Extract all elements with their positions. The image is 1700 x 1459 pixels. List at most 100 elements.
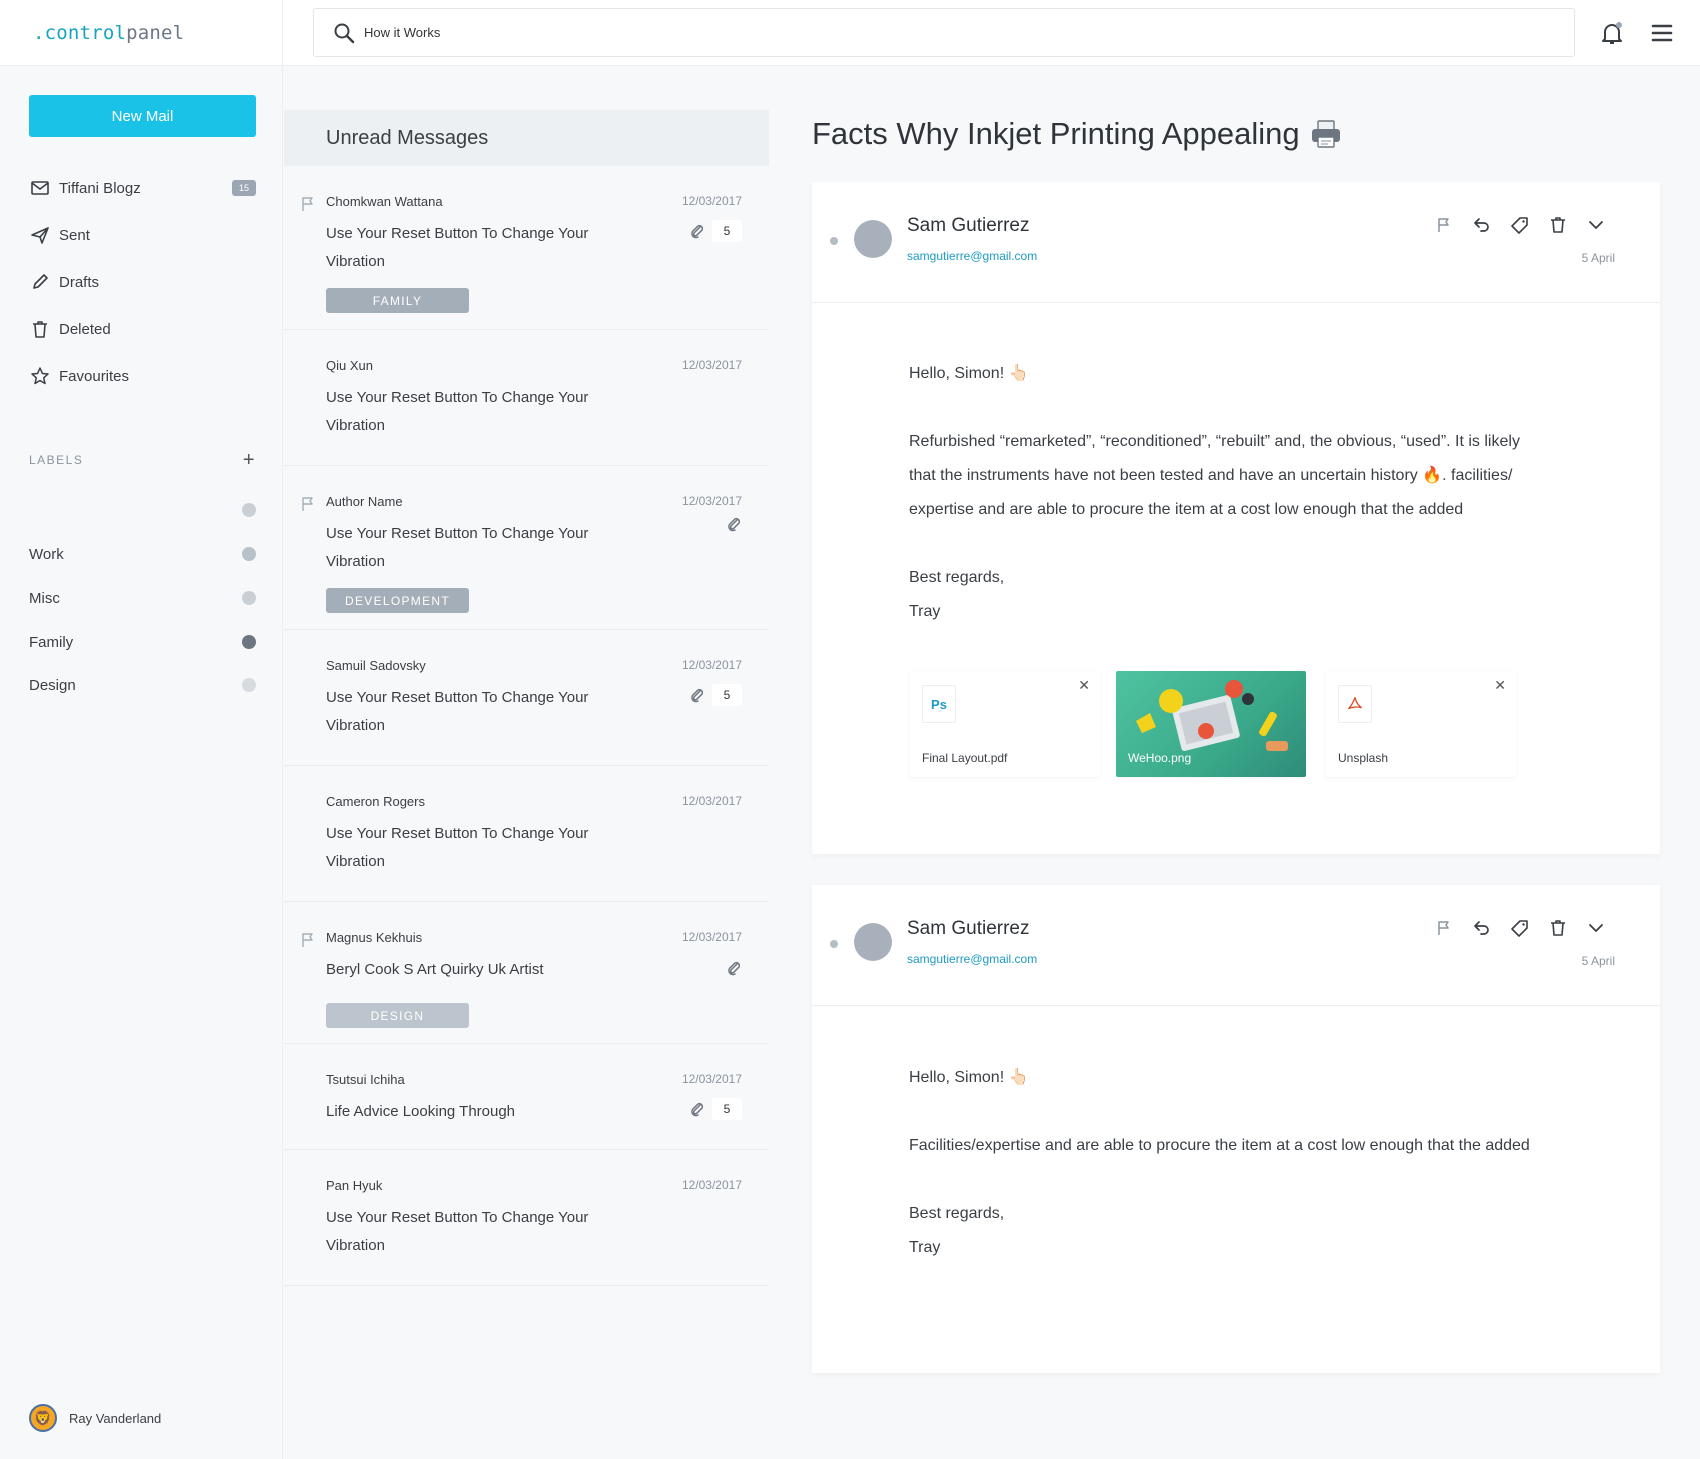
reply-icon[interactable]	[1473, 216, 1491, 234]
sidebar: .controlpanel New Mail Tiffani Blogz 15 …	[0, 0, 283, 1459]
sidebar-item-inbox[interactable]: Tiffani Blogz 15	[29, 173, 256, 203]
message-sender: Samuil Sadovsky	[326, 658, 426, 673]
message-subject: Use Your Reset Button To Change Your Vib…	[326, 525, 589, 570]
attachment-name: Unsplash	[1338, 751, 1389, 765]
message-sender: Tsutsui Ichiha	[326, 1072, 405, 1087]
email-date: 5 April	[1581, 954, 1615, 968]
flag-icon[interactable]	[1435, 919, 1453, 937]
email-signature: Tray	[909, 1239, 941, 1256]
label-color-dot	[242, 635, 256, 649]
tag-icon[interactable]	[1511, 216, 1529, 234]
labels-heading-text: LABELS	[29, 453, 84, 467]
message-row[interactable]: Samuil Sadovsky 12/03/2017 Use Your Rese…	[284, 630, 769, 766]
unread-badge: 15	[231, 180, 256, 196]
label-item-work[interactable]: Work	[29, 542, 256, 566]
message-date: 12/03/2017	[681, 658, 742, 672]
email-greeting: Hello, Simon! 👆🏻	[909, 1069, 1029, 1086]
sidebar-item-label: Favourites	[59, 367, 130, 385]
email-signature: Tray	[909, 603, 941, 620]
message-row[interactable]: Qiu Xun 12/03/2017 Use Your Reset Button…	[284, 330, 769, 466]
label-item[interactable]	[29, 498, 256, 522]
email-actions	[1435, 919, 1605, 937]
logo-suffix: panel	[126, 21, 185, 44]
sidebar-item-drafts[interactable]: Drafts	[29, 267, 256, 297]
message-subject: Beryl Cook S Art Quirky Uk Artist	[326, 961, 544, 978]
label-item-design[interactable]: Design	[29, 673, 256, 697]
sender-email[interactable]: samgutierre@gmail.com	[907, 952, 1037, 966]
sidebar-item-sent[interactable]: Sent	[29, 220, 256, 250]
message-date: 12/03/2017	[681, 494, 742, 508]
label-text: Work	[29, 545, 64, 563]
hamburger-menu-icon[interactable]	[1651, 22, 1673, 44]
list-heading-text: Unread Messages	[326, 126, 489, 149]
star-icon	[29, 365, 51, 387]
close-icon[interactable]: ✕	[1078, 677, 1090, 694]
label-color-dot	[242, 678, 256, 692]
sidebar-item-deleted[interactable]: Deleted	[29, 314, 256, 344]
message-subject: Use Your Reset Button To Change Your Vib…	[326, 1209, 589, 1254]
user-name: Ray Vanderland	[69, 1410, 162, 1426]
sidebar-item-label: Drafts	[59, 273, 100, 291]
email-line: expertise and are able to procure the it…	[909, 501, 1464, 518]
trash-icon[interactable]	[1549, 919, 1567, 937]
unread-dot	[830, 940, 838, 948]
label-item-misc[interactable]: Misc	[29, 586, 256, 610]
message-row[interactable]: Cameron Rogers 12/03/2017 Use Your Reset…	[284, 766, 769, 902]
message-row[interactable]: Pan Hyuk 12/03/2017 Use Your Reset Butto…	[284, 1150, 769, 1286]
attachment-count: 5	[712, 1098, 742, 1120]
add-label-button[interactable]: +	[243, 450, 256, 470]
notification-bell-icon[interactable]	[1599, 20, 1625, 46]
email-paragraph: Refurbished “remarketed”, “reconditioned…	[909, 425, 1520, 527]
attachment-card[interactable]: ✕ Unsplash	[1326, 671, 1516, 777]
tag-icon[interactable]	[1511, 919, 1529, 937]
flag-icon[interactable]	[1435, 216, 1453, 234]
message-row[interactable]: Author Name 12/03/2017 Use Your Reset Bu…	[284, 466, 769, 630]
attachment-count: 5	[712, 684, 742, 706]
message-list: Unread Messages Chomkwan Wattana 12/03/2…	[284, 110, 769, 1459]
message-row[interactable]: Chomkwan Wattana 12/03/2017 Use Your Res…	[284, 166, 769, 330]
flag-icon[interactable]	[300, 196, 316, 212]
reply-icon[interactable]	[1473, 919, 1491, 937]
search-value: How it Works	[364, 25, 441, 40]
message-list-heading: Unread Messages	[284, 110, 769, 166]
email-header: Sam Gutierrez samgutierre@gmail.com 5 Ap…	[812, 182, 1660, 303]
email-greeting: Hello, Simon! 👆🏻	[909, 365, 1029, 382]
current-user[interactable]: 🦁 Ray Vanderland	[29, 1404, 161, 1432]
attachment-card[interactable]: Ps ✕ Final Layout.pdf	[910, 671, 1100, 777]
search-icon	[334, 23, 355, 43]
logo-bar: .controlpanel	[0, 0, 282, 66]
message-row[interactable]: Magnus Kekhuis 12/03/2017 Beryl Cook S A…	[284, 902, 769, 1044]
label-item-family[interactable]: Family	[29, 630, 256, 654]
close-icon[interactable]: ✕	[1494, 677, 1506, 694]
message-sender: Chomkwan Wattana	[326, 194, 443, 209]
flag-icon[interactable]	[300, 496, 316, 512]
app-logo[interactable]: .controlpanel	[33, 22, 184, 44]
sender-email[interactable]: samgutierre@gmail.com	[907, 249, 1037, 263]
chevron-down-icon[interactable]	[1587, 919, 1605, 937]
email-subject-title: Facts Why Inkjet Printing Appealing	[812, 116, 1342, 152]
photoshop-file-icon: Ps	[922, 685, 956, 723]
new-mail-button[interactable]: New Mail	[29, 95, 256, 137]
message-subject: Use Your Reset Button To Change Your Vib…	[326, 389, 589, 434]
attachment-icon	[691, 224, 704, 239]
attachment-icon	[691, 1102, 704, 1117]
message-row[interactable]: Tsutsui Ichiha 12/03/2017 Life Advice Lo…	[284, 1044, 769, 1150]
pdf-icon	[1338, 685, 1372, 723]
email-signoff: Best regards,	[909, 569, 1005, 586]
paper-plane-icon	[29, 224, 51, 246]
trash-icon[interactable]	[1549, 216, 1567, 234]
search-input[interactable]: How it Works	[313, 8, 1575, 57]
sidebar-item-favourites[interactable]: Favourites	[29, 361, 256, 391]
top-bar: How it Works	[283, 0, 1700, 66]
chevron-down-icon[interactable]	[1587, 216, 1605, 234]
email-actions	[1435, 216, 1605, 234]
avatar: 🦁	[29, 1404, 57, 1432]
attachment-count: 5	[712, 220, 742, 242]
email-date: 5 April	[1581, 251, 1615, 265]
avatar	[854, 923, 892, 961]
email-card: Sam Gutierrez samgutierre@gmail.com 5 Ap…	[812, 182, 1660, 854]
attachment-card-image[interactable]: WeHoo.png	[1116, 671, 1306, 777]
flag-icon[interactable]	[300, 932, 316, 948]
label-color-dot	[242, 503, 256, 517]
message-subject: Use Your Reset Button To Change Your Vib…	[326, 689, 589, 734]
